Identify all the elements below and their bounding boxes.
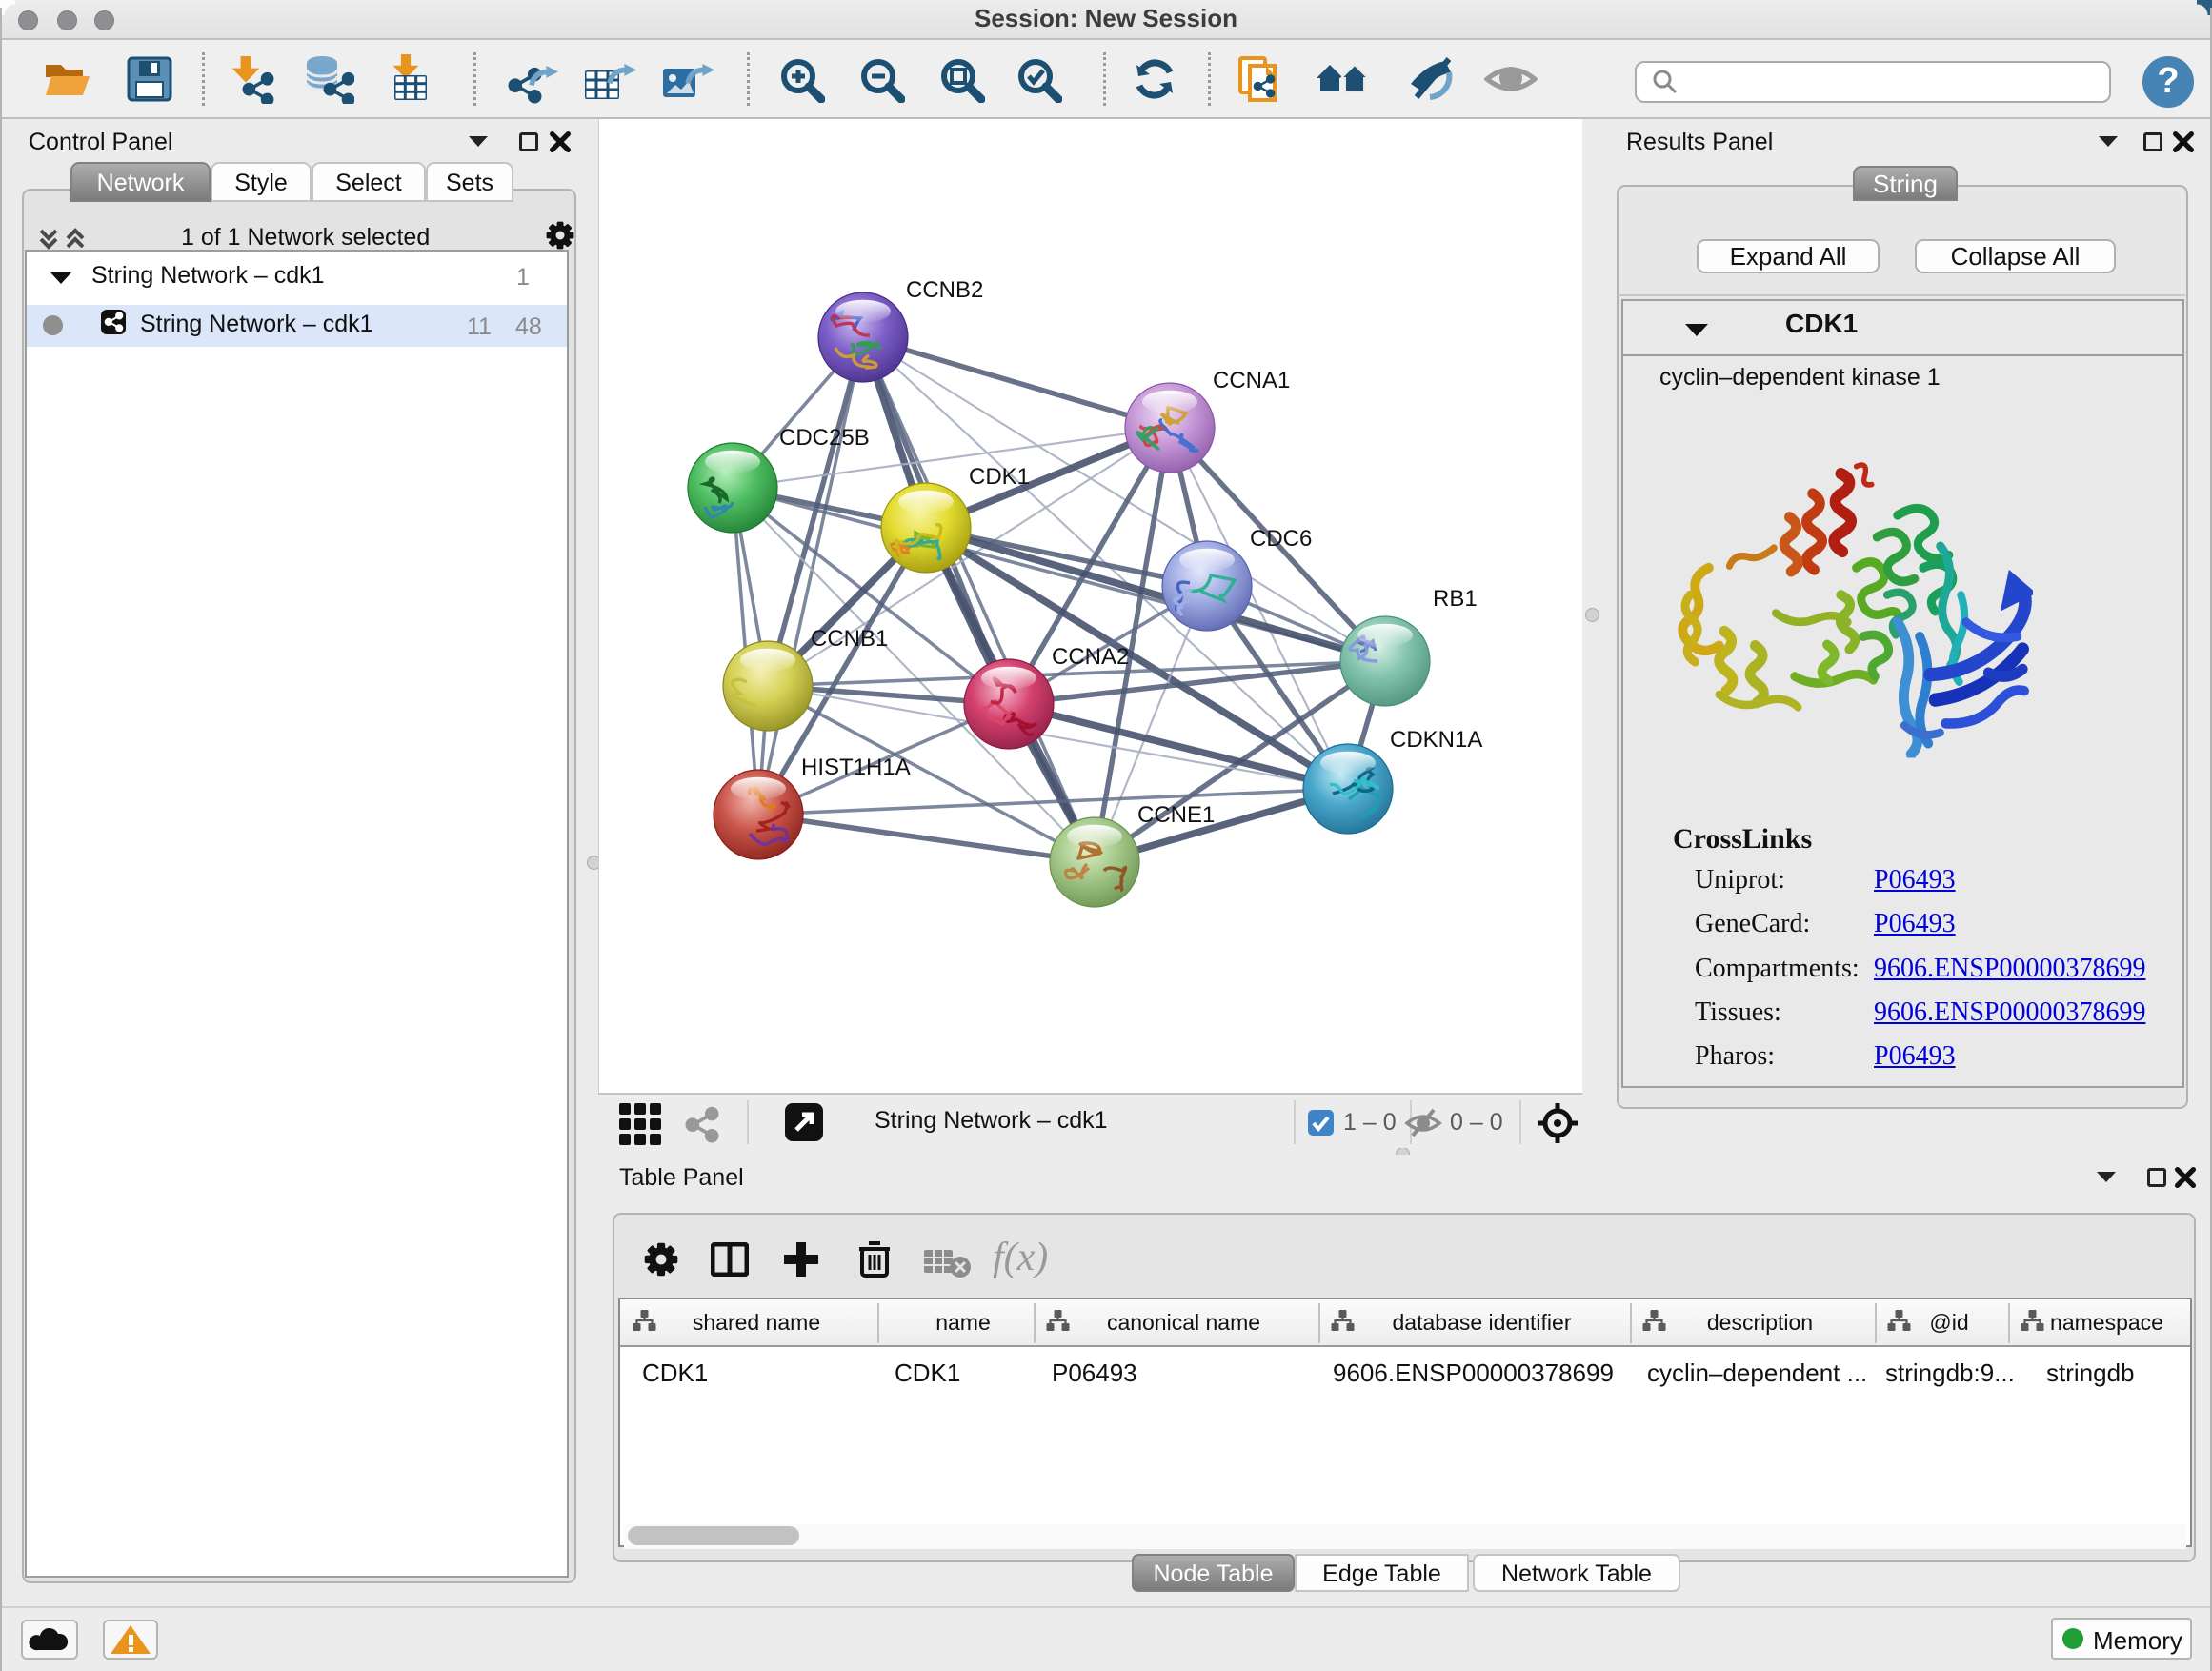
svg-text:CDK1: CDK1 <box>969 464 1030 490</box>
svg-text:CCNB1: CCNB1 <box>811 626 888 652</box>
svg-text:CCNE1: CCNE1 <box>1137 802 1215 828</box>
svg-text:CDC25B: CDC25B <box>779 425 870 451</box>
svg-text:HIST1H1A: HIST1H1A <box>801 755 911 780</box>
svg-text:CDC6: CDC6 <box>1250 526 1312 552</box>
svg-text:CCNB2: CCNB2 <box>906 277 983 303</box>
svg-text:RB1: RB1 <box>1433 586 1478 612</box>
svg-text:CCNA1: CCNA1 <box>1213 368 1290 393</box>
svg-text:CDKN1A: CDKN1A <box>1390 727 1482 753</box>
svg-text:CCNA2: CCNA2 <box>1052 644 1129 670</box>
